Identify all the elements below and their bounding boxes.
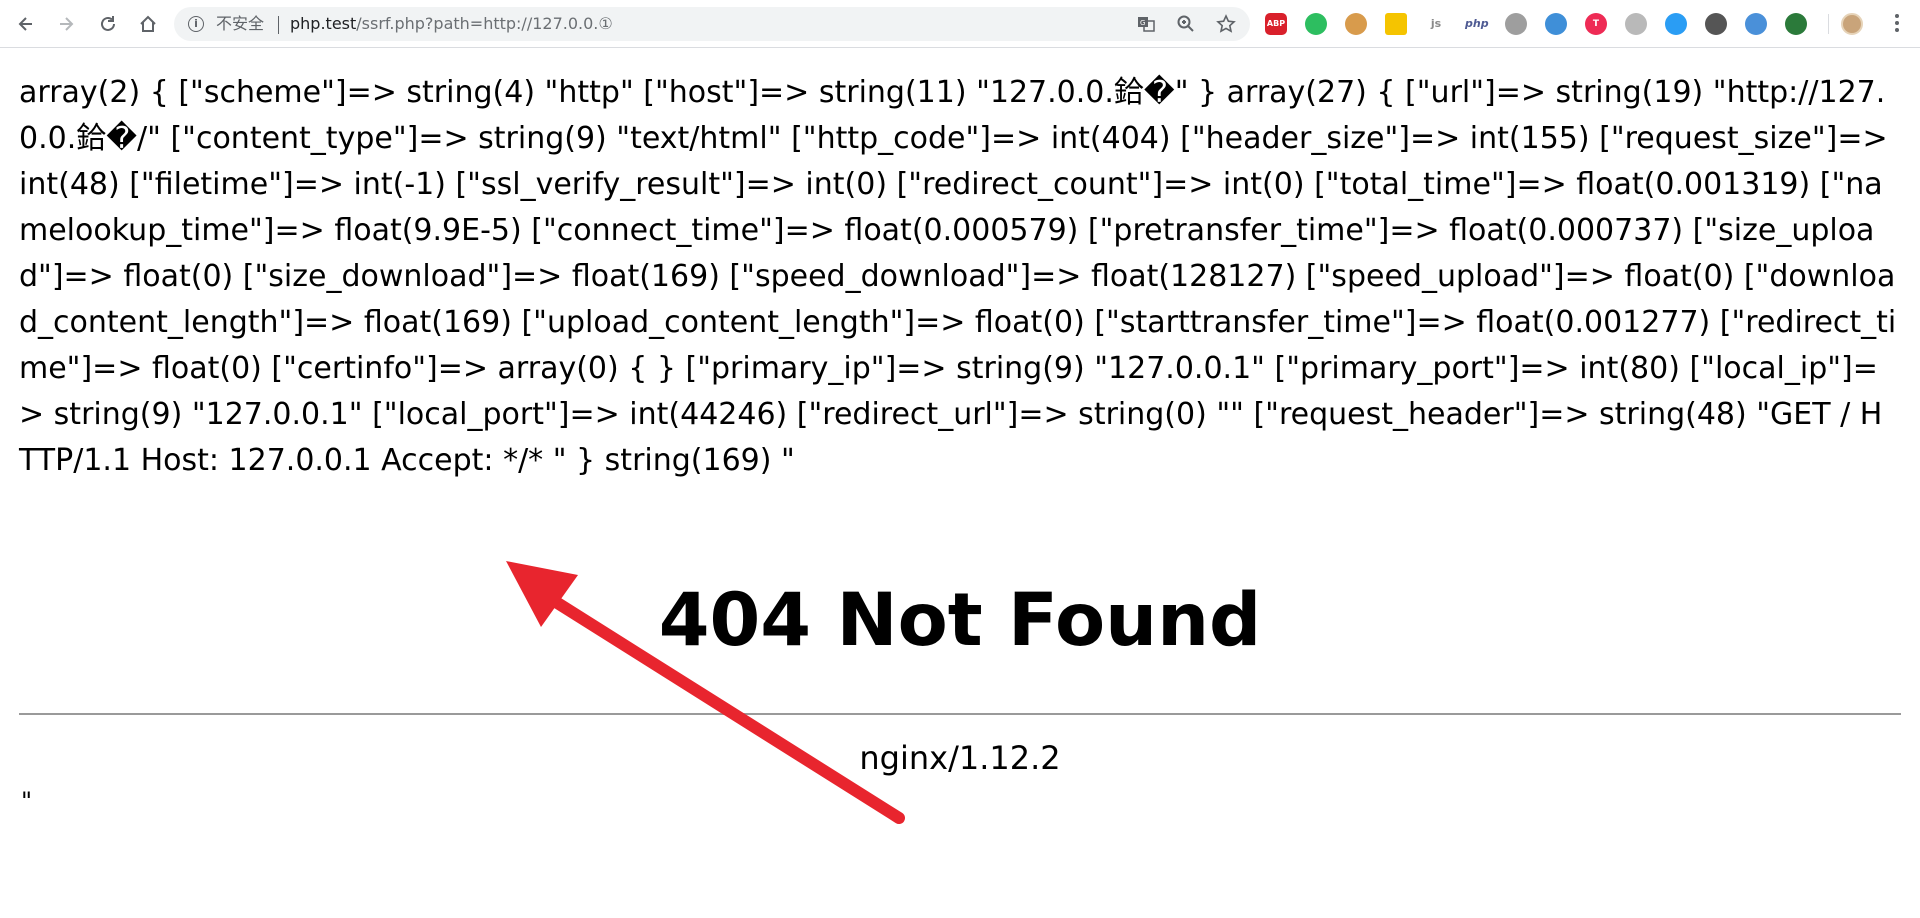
t-extension-icon[interactable]: T (1585, 13, 1607, 35)
cookie-extension-icon[interactable] (1345, 13, 1367, 35)
var-dump-output: array(2) { ["scheme"]=> string(4) "http"… (19, 75, 1897, 478)
evernote-extension-icon[interactable] (1305, 13, 1327, 35)
link-extension-icon[interactable] (1625, 13, 1647, 35)
url-text[interactable]: php.test/ssrf.php?path=http://127.0.0.① (290, 14, 613, 34)
forward-arrow-icon[interactable] (54, 12, 78, 36)
green-extension-icon[interactable] (1785, 13, 1807, 35)
home-icon[interactable] (136, 12, 160, 36)
js-extension-icon[interactable]: js (1425, 13, 1447, 35)
chart-extension-icon[interactable] (1705, 13, 1727, 35)
php-extension-icon[interactable]: php (1465, 13, 1489, 35)
extensions-divider (1828, 14, 1829, 34)
avatar[interactable] (1841, 13, 1863, 35)
bookmark-star-icon[interactable] (1216, 14, 1236, 34)
edge-extension-icon[interactable] (1745, 13, 1767, 35)
security-status-label: 不安全 (216, 14, 265, 33)
check-extension-icon[interactable] (1665, 13, 1687, 35)
address-bar[interactable]: i 不安全 php.test/ssrf.php?path=http://127.… (174, 7, 1250, 41)
globe-extension-icon[interactable] (1545, 13, 1567, 35)
trailing-quote: " (21, 787, 33, 815)
not-found-heading: 404 Not Found (658, 578, 1262, 663)
url-host: php.test (290, 14, 357, 33)
zoom-icon[interactable] (1176, 14, 1196, 34)
info-icon[interactable]: i (188, 16, 204, 32)
abp-extension-icon[interactable]: ABP (1265, 13, 1287, 35)
circle-extension-icon[interactable] (1505, 13, 1527, 35)
url-path: /ssrf.php?path=http://127.0.0.① (356, 14, 613, 33)
address-divider (278, 16, 279, 34)
server-signature: nginx/1.12.2 (859, 739, 1061, 777)
page-content: array(2) { ["scheme"]=> string(4) "http"… (0, 48, 1920, 918)
back-arrow-icon[interactable] (14, 12, 38, 36)
menu-icon[interactable] (1894, 12, 1900, 36)
divider (19, 713, 1901, 715)
menu-extension-icon[interactable] (1385, 13, 1407, 35)
browser-toolbar: i 不安全 php.test/ssrf.php?path=http://127.… (0, 0, 1920, 48)
translate-icon[interactable]: G (1136, 14, 1156, 34)
svg-text:G: G (1140, 19, 1145, 27)
reload-icon[interactable] (96, 12, 120, 36)
